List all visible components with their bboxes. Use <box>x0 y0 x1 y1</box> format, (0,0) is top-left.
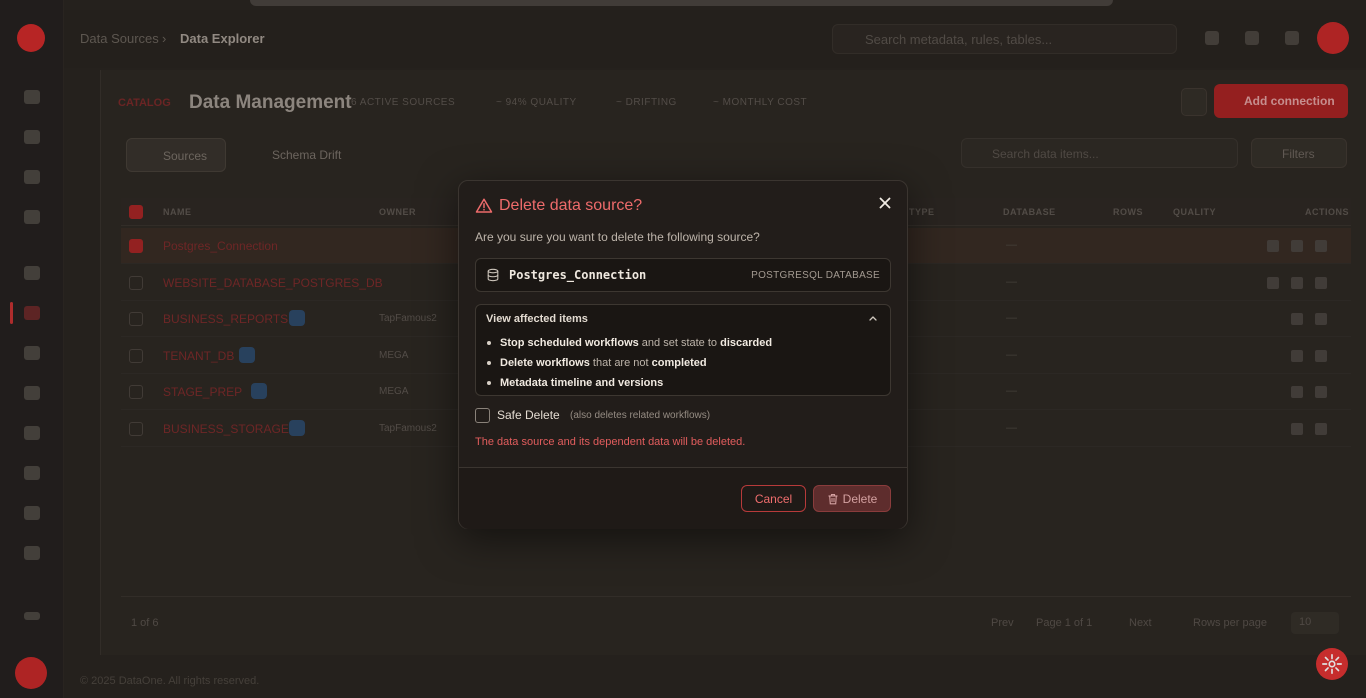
affected-items-toggle[interactable]: View affected items <box>486 313 588 325</box>
database-icon <box>487 268 499 282</box>
source-name: Postgres_Connection <box>509 268 647 282</box>
dialog-title: Delete data source? <box>499 197 643 214</box>
warning-icon <box>475 198 493 213</box>
app-window: Data Sources › Data Explorer Search meta… <box>0 0 1366 698</box>
close-icon[interactable] <box>877 195 893 211</box>
delete-button[interactable]: Delete <box>813 485 891 512</box>
source-type: POSTGRESQL DATABASE <box>751 270 880 281</box>
delete-warning: The data source and its dependent data w… <box>475 436 746 448</box>
affected-items-list: Stop scheduled workflows and set state t… <box>486 333 772 393</box>
trash-icon <box>828 493 838 504</box>
safe-delete-checkbox[interactable] <box>475 408 490 423</box>
list-item: Stop scheduled workflows and set state t… <box>486 333 772 353</box>
dialog-subtitle: Are you sure you want to delete the foll… <box>475 230 760 244</box>
safe-delete-note: (also deletes related workflows) <box>570 410 711 421</box>
source-card: Postgres_Connection POSTGRESQL DATABASE <box>475 258 891 292</box>
delete-button-label: Delete <box>842 491 878 506</box>
list-item: Delete workflows that are not completed <box>486 353 772 373</box>
affected-items-panel: View affected items Stop scheduled workf… <box>475 304 891 396</box>
delete-dialog: Delete data source? Are you sure you wan… <box>458 180 908 529</box>
list-item: Metadata timeline and versions <box>486 373 772 393</box>
dialog-footer: Cancel Delete <box>459 468 907 529</box>
safe-delete-label[interactable]: Safe Delete <box>497 408 560 422</box>
chevron-up-icon[interactable] <box>868 313 878 323</box>
cancel-button[interactable]: Cancel <box>741 485 806 512</box>
